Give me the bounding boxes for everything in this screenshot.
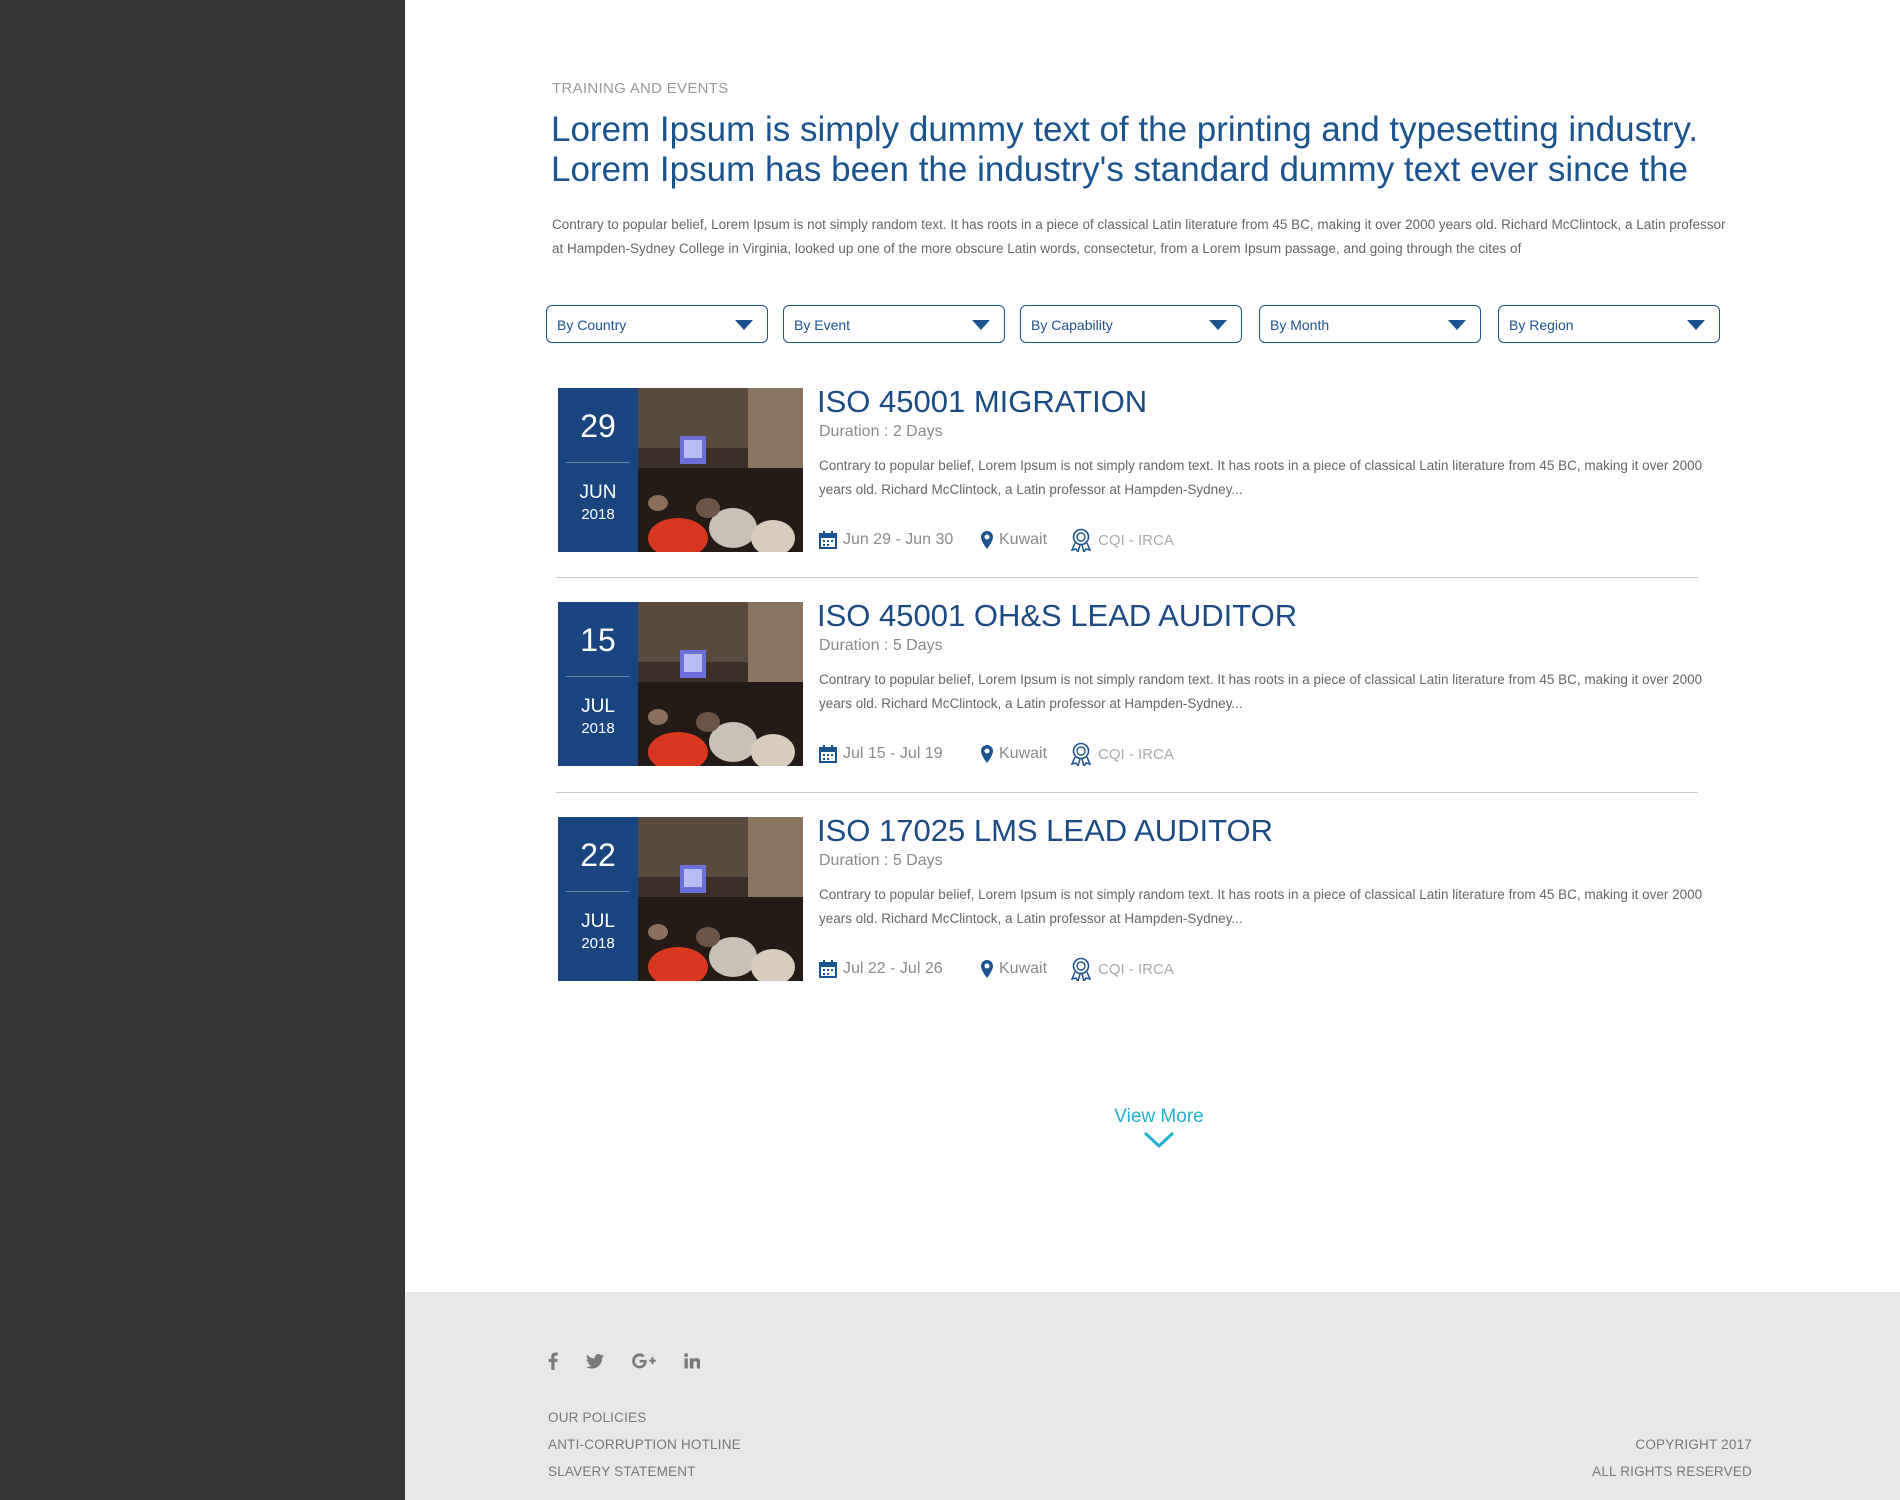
event-card[interactable]: 22 JUL 2018 ISO 17025 LMS LEAD AUDITOR D… (558, 813, 1704, 982)
event-meta: Jun 29 - Jun 30 Kuwait CQI - IRCA (819, 528, 1704, 552)
event-location: Kuwait (981, 957, 1047, 981)
event-location: Kuwait (981, 528, 1047, 552)
filter-label: By Region (1509, 317, 1574, 333)
chevron-down-icon (972, 320, 990, 330)
award-ribbon-icon (1070, 742, 1092, 766)
event-accreditation: CQI - IRCA (1070, 742, 1174, 766)
event-date-badge: 29 JUN 2018 (558, 388, 638, 552)
facebook-icon[interactable] (548, 1352, 558, 1370)
calendar-icon (819, 745, 837, 763)
chevron-down-icon (1448, 320, 1466, 330)
event-year: 2018 (581, 506, 615, 523)
event-year: 2018 (581, 935, 615, 952)
filter-region-dropdown[interactable]: By Region (1498, 305, 1720, 343)
event-description: Contrary to popular belief, Lorem Ipsum … (819, 672, 1703, 711)
event-date-badge: 22 JUL 2018 (558, 817, 638, 981)
event-thumbnail: 29 JUN 2018 (558, 388, 803, 552)
event-dates: Jul 15 - Jul 19 (819, 742, 943, 766)
copyright-text: COPYRIGHT 2017 (1635, 1437, 1752, 1452)
event-dates: Jul 22 - Jul 26 (819, 957, 943, 981)
award-ribbon-icon (1070, 957, 1092, 981)
intro-paragraph: Contrary to popular belief, Lorem Ipsum … (552, 217, 1726, 256)
date-divider (566, 676, 630, 677)
footer-link-anti-corruption[interactable]: ANTI-CORRUPTION HOTLINE (548, 1431, 741, 1458)
chevron-down-icon (1209, 320, 1227, 330)
date-divider (566, 891, 630, 892)
main-content: TRAINING AND EVENTS Lorem Ipsum is simpl… (405, 0, 1900, 1292)
event-accreditation-text: CQI - IRCA (1098, 531, 1174, 549)
page-headline: Lorem Ipsum is simply dummy text of the … (551, 110, 1699, 189)
filter-country-dropdown[interactable]: By Country (546, 305, 768, 343)
event-accreditation-text: CQI - IRCA (1098, 960, 1174, 978)
event-divider (556, 792, 1698, 793)
footer-link-policies[interactable]: OUR POLICIES (548, 1404, 741, 1431)
event-description: Contrary to popular belief, Lorem Ipsum … (819, 887, 1703, 926)
event-day: 29 (580, 408, 616, 444)
filter-label: By Capability (1031, 317, 1113, 333)
twitter-icon[interactable] (586, 1353, 604, 1369)
calendar-icon (819, 960, 837, 978)
event-year: 2018 (581, 720, 615, 737)
event-dates-text: Jul 22 - Jul 26 (843, 960, 943, 977)
footer-link-slavery-statement[interactable]: SLAVERY STATEMENT (548, 1458, 741, 1485)
location-pin-icon (981, 745, 993, 763)
chevron-down-icon (735, 320, 753, 330)
linkedin-icon[interactable] (684, 1353, 700, 1369)
event-location: Kuwait (981, 742, 1047, 766)
chevron-down-icon (1687, 320, 1705, 330)
event-card[interactable]: 15 JUL 2018 ISO 45001 OH&S LEAD AUDITOR … (558, 598, 1704, 767)
date-divider (566, 462, 630, 463)
calendar-icon (819, 531, 837, 549)
site-footer: OUR POLICIES ANTI-CORRUPTION HOTLINE SLA… (405, 1292, 1900, 1500)
event-accreditation: CQI - IRCA (1070, 957, 1174, 981)
footer-links: OUR POLICIES ANTI-CORRUPTION HOTLINE SLA… (548, 1404, 741, 1485)
event-card[interactable]: 29 JUN 2018 ISO 45001 MIGRATION Duration… (558, 384, 1704, 553)
event-dates-text: Jul 15 - Jul 19 (843, 745, 943, 762)
event-duration: Duration : 2 Days (819, 423, 943, 440)
event-day: 22 (580, 837, 616, 873)
event-divider (556, 577, 1698, 578)
filter-capability-dropdown[interactable]: By Capability (1020, 305, 1242, 343)
event-location-text: Kuwait (999, 531, 1048, 548)
event-date-badge: 15 JUL 2018 (558, 602, 638, 766)
event-meta: Jul 15 - Jul 19 Kuwait CQI - IRCA (819, 742, 1704, 766)
view-more-label: View More (1114, 1106, 1204, 1127)
event-month: JUL (581, 911, 615, 932)
event-location-text: Kuwait (999, 960, 1048, 977)
filter-bar: By Country By Event By Capability By Mon… (546, 305, 1726, 345)
filter-month-dropdown[interactable]: By Month (1259, 305, 1481, 343)
rights-text: ALL RIGHTS RESERVED (1592, 1464, 1752, 1479)
chevron-down-icon (1143, 1131, 1175, 1149)
filter-label: By Month (1270, 317, 1330, 333)
event-location-text: Kuwait (999, 745, 1048, 762)
event-meta: Jul 22 - Jul 26 Kuwait CQI - IRCA (819, 957, 1704, 981)
event-dates: Jun 29 - Jun 30 (819, 528, 953, 552)
event-accreditation-text: CQI - IRCA (1098, 745, 1174, 763)
left-sidebar (0, 0, 405, 1500)
event-dates-text: Jun 29 - Jun 30 (843, 531, 954, 548)
copyright-block: COPYRIGHT 2017 ALL RIGHTS RESERVED (1592, 1431, 1752, 1485)
google-plus-icon[interactable] (632, 1353, 656, 1369)
event-duration: Duration : 5 Days (819, 637, 943, 654)
event-month: JUL (581, 696, 615, 717)
event-title[interactable]: ISO 17025 LMS LEAD AUDITOR (817, 813, 1273, 849)
location-pin-icon (981, 531, 993, 549)
event-duration: Duration : 5 Days (819, 852, 943, 869)
event-day: 15 (580, 622, 616, 658)
award-ribbon-icon (1070, 528, 1092, 552)
event-month: JUN (579, 482, 617, 503)
filter-label: By Country (557, 317, 627, 333)
location-pin-icon (981, 960, 993, 978)
filter-label: By Event (794, 317, 851, 333)
event-thumbnail: 15 JUL 2018 (558, 602, 803, 766)
event-title[interactable]: ISO 45001 MIGRATION (817, 384, 1147, 420)
event-title[interactable]: ISO 45001 OH&S LEAD AUDITOR (817, 598, 1297, 634)
filter-event-dropdown[interactable]: By Event (783, 305, 1005, 343)
view-more-button[interactable]: View More (1064, 1106, 1254, 1155)
event-description: Contrary to popular belief, Lorem Ipsum … (819, 458, 1703, 497)
social-links (548, 1349, 728, 1373)
section-eyebrow: TRAINING AND EVENTS (552, 80, 729, 97)
event-accreditation: CQI - IRCA (1070, 528, 1174, 552)
event-thumbnail: 22 JUL 2018 (558, 817, 803, 981)
